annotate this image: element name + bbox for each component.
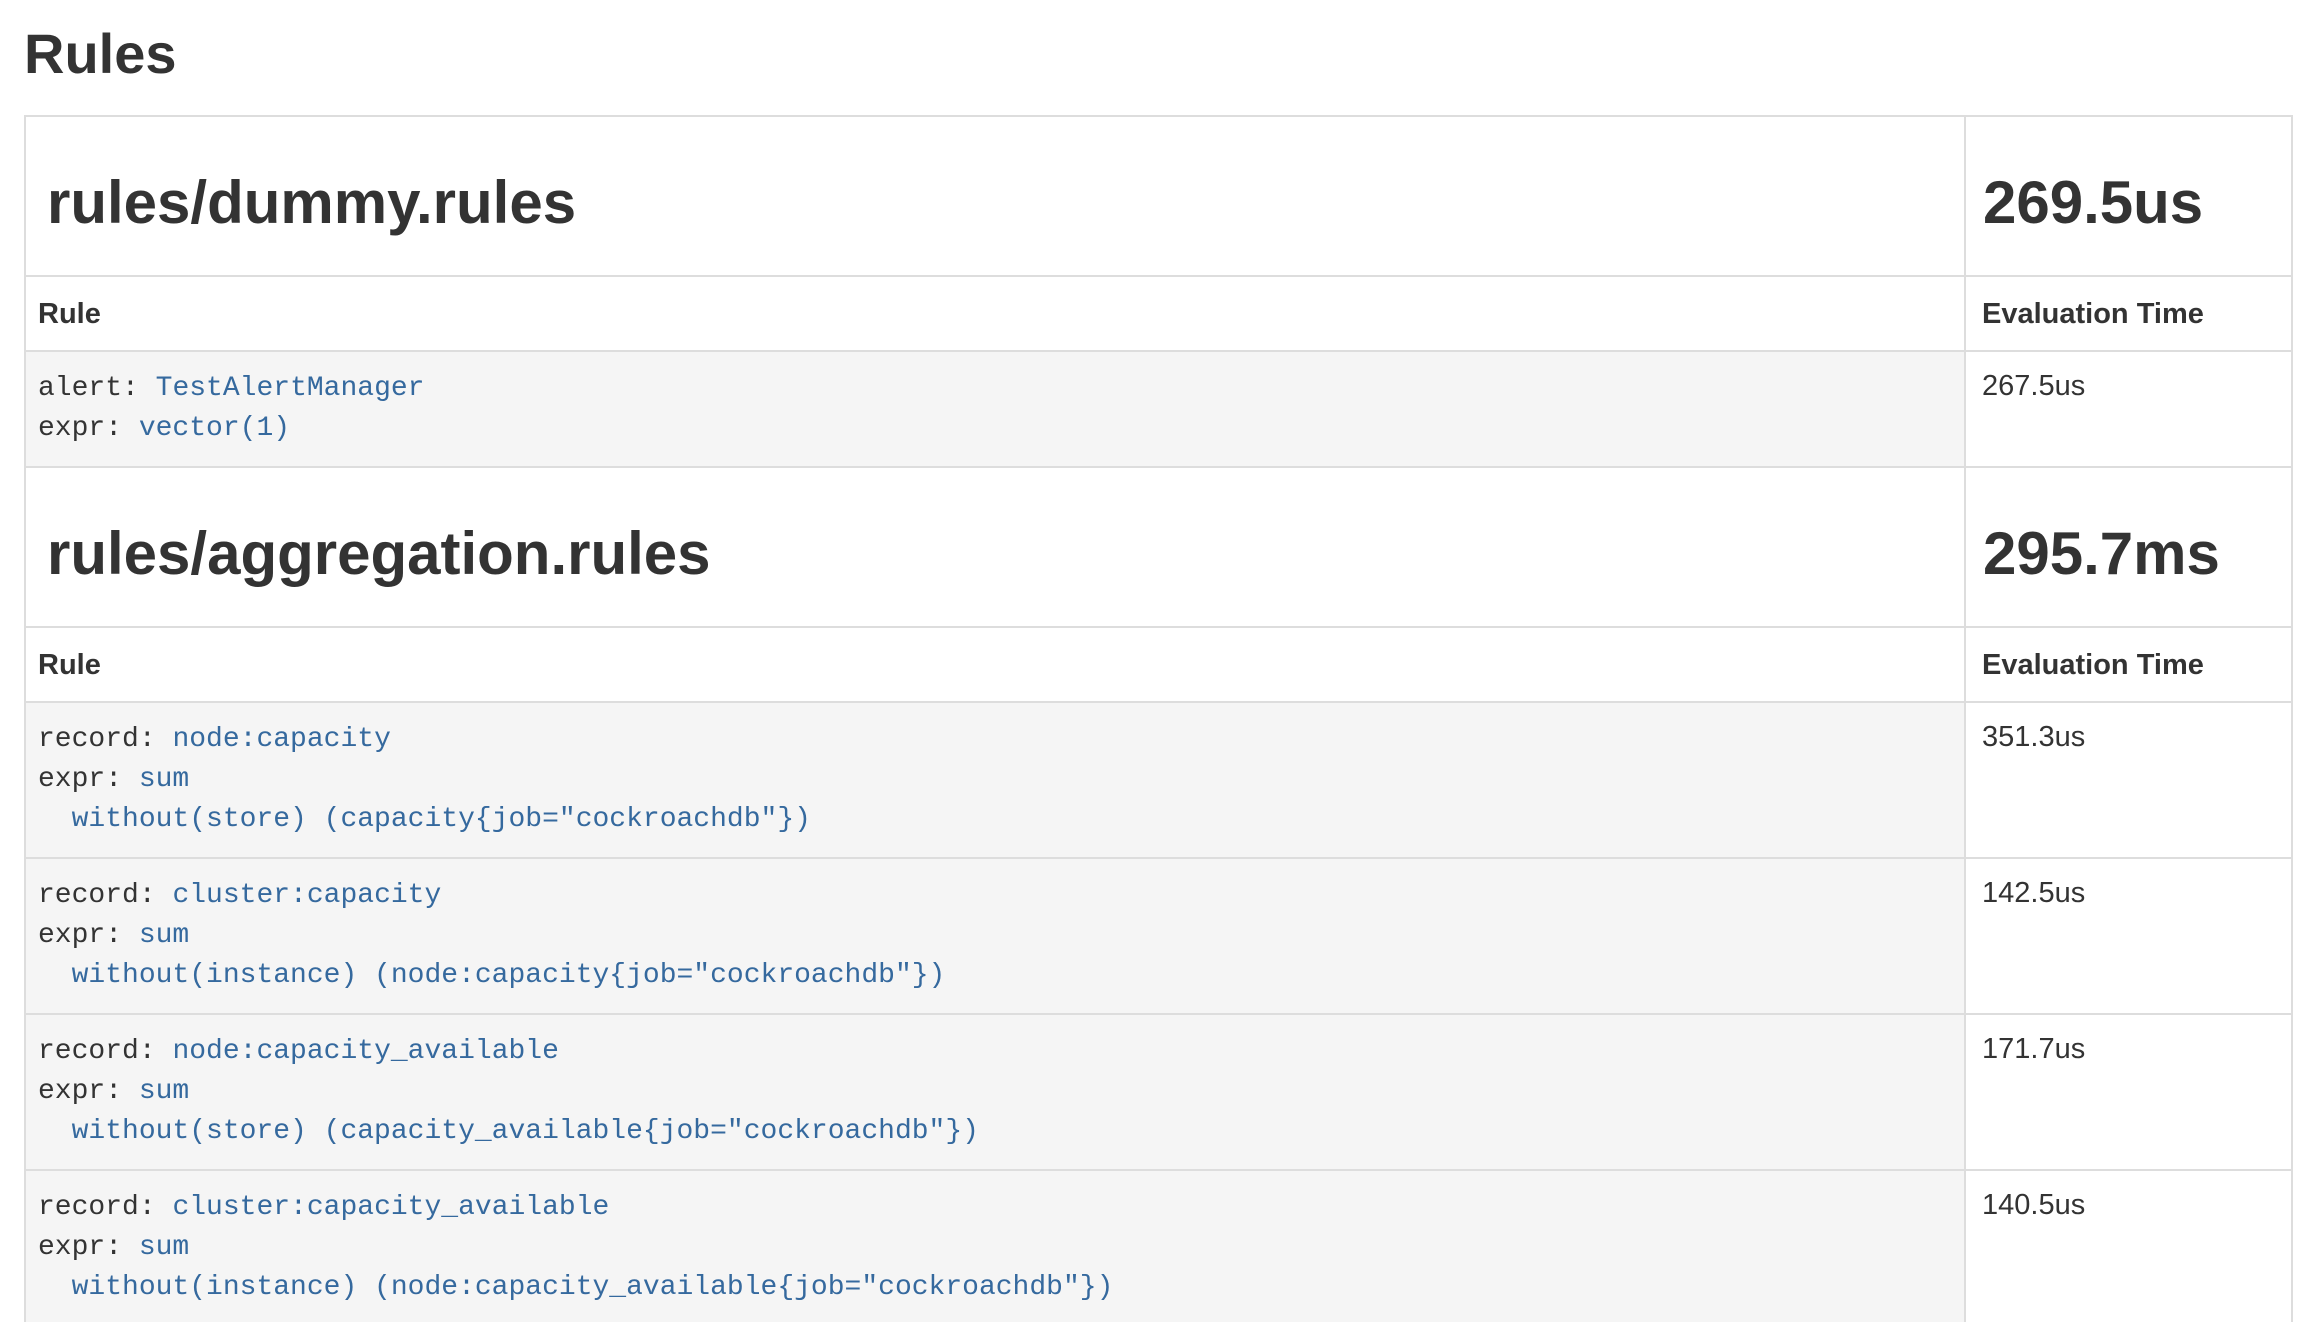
rule-group-row: rules/aggregation.rules295.7ms [25, 467, 2292, 627]
rule-expr-label: expr: [38, 1232, 122, 1263]
rule-name-label: record: [38, 1036, 156, 1067]
column-header-rule: Rule [25, 627, 1965, 702]
rule-name-link[interactable]: cluster:capacity_available [172, 1192, 609, 1223]
rule-expr-link[interactable]: sum without(store) (capacity_available{j… [38, 1076, 979, 1147]
rule-eval-time: 171.7us [1965, 1014, 2292, 1170]
rule-expr-link[interactable]: vector(1) [139, 413, 290, 444]
rule-eval-time: 140.5us [1965, 1170, 2292, 1322]
column-header-row: RuleEvaluation Time [25, 627, 2292, 702]
rule-name-link[interactable]: node:capacity [172, 724, 390, 755]
column-header-eval-time: Evaluation Time [1965, 627, 2292, 702]
rule-row: record: cluster:capacity expr: sum witho… [25, 858, 2292, 1014]
rule-group-name: rules/aggregation.rules [27, 507, 1963, 587]
rule-expr-label: expr: [38, 413, 122, 444]
rule-definition-cell: record: node:capacity expr: sum without(… [25, 702, 1965, 858]
rule-group-name-cell: rules/dummy.rules [25, 116, 1965, 276]
rule-name-label: record: [38, 724, 156, 755]
rule-eval-time: 351.3us [1965, 702, 2292, 858]
rule-definition-cell: alert: TestAlertManager expr: vector(1) [25, 351, 1965, 467]
rule-row: alert: TestAlertManager expr: vector(1)2… [25, 351, 2292, 467]
rule-expr-link[interactable]: sum without(instance) (node:capacity{job… [38, 920, 945, 991]
rule-expr-label: expr: [38, 1076, 122, 1107]
rule-row: record: node:capacity_available expr: su… [25, 1014, 2292, 1170]
rule-row: record: node:capacity expr: sum without(… [25, 702, 2292, 858]
rule-name-link[interactable]: TestAlertManager [156, 373, 425, 404]
rule-name-label: record: [38, 1192, 156, 1223]
rule-group-eval-total: 269.5us [1967, 156, 2290, 236]
rule-group-eval-total: 295.7ms [1967, 507, 2290, 587]
rule-group-name: rules/dummy.rules [27, 156, 1963, 236]
rule-definition-cell: record: node:capacity_available expr: su… [25, 1014, 1965, 1170]
rule-group-name-cell: rules/aggregation.rules [25, 467, 1965, 627]
rule-group-eval-total-cell: 295.7ms [1965, 467, 2292, 627]
rules-table: rules/dummy.rules269.5usRuleEvaluation T… [24, 115, 2293, 1322]
rule-definition-cell: record: cluster:capacity expr: sum witho… [25, 858, 1965, 1014]
rules-page: Rules rules/dummy.rules269.5usRuleEvalua… [0, 0, 2316, 1322]
rule-eval-time: 142.5us [1965, 858, 2292, 1014]
column-header-rule: Rule [25, 276, 1965, 351]
rule-eval-time: 267.5us [1965, 351, 2292, 467]
page-title: Rules [24, 0, 2292, 86]
rule-row: record: cluster:capacity_available expr:… [25, 1170, 2292, 1322]
column-header-eval-time: Evaluation Time [1965, 276, 2292, 351]
rule-expr-label: expr: [38, 764, 122, 795]
rule-expr-link[interactable]: sum without(store) (capacity{job="cockro… [38, 764, 811, 835]
rule-group-row: rules/dummy.rules269.5us [25, 116, 2292, 276]
rule-group-eval-total-cell: 269.5us [1965, 116, 2292, 276]
rule-name-link[interactable]: cluster:capacity [172, 880, 441, 911]
rule-name-label: alert: [38, 373, 139, 404]
rule-name-label: record: [38, 880, 156, 911]
rule-expr-link[interactable]: sum without(instance) (node:capacity_ava… [38, 1232, 1113, 1303]
column-header-row: RuleEvaluation Time [25, 276, 2292, 351]
rule-name-link[interactable]: node:capacity_available [172, 1036, 558, 1067]
rule-expr-label: expr: [38, 920, 122, 951]
rule-definition-cell: record: cluster:capacity_available expr:… [25, 1170, 1965, 1322]
